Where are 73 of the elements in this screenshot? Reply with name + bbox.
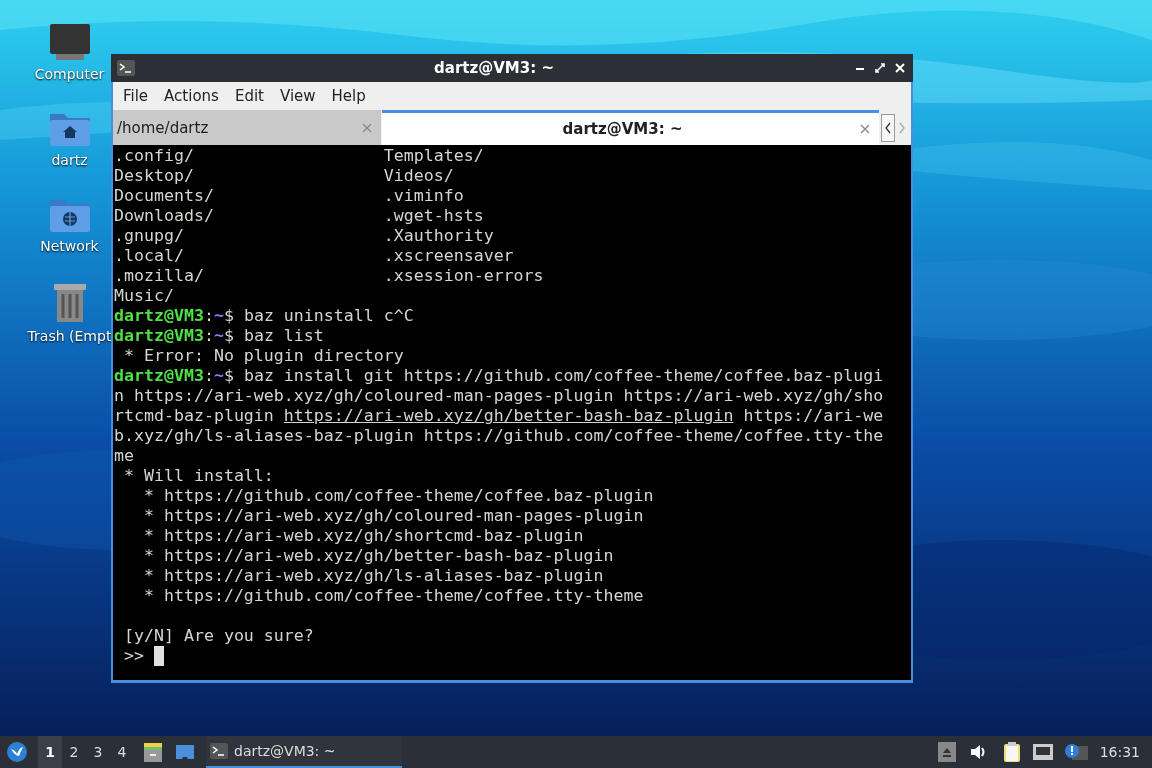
terminal-text: .gnupg/ bbox=[114, 226, 185, 246]
terminal-text: Downloads/ bbox=[114, 206, 215, 226]
terminal-text: b.xyz/gh/ls-aliases-baz-plugin https://github.com/coffee-theme/coffee.tty-the bbox=[114, 426, 884, 446]
terminal-text: * https://github.com/coffee-theme/coffee.baz-plugin bbox=[142, 486, 654, 506]
network-wired-icon[interactable] bbox=[1031, 742, 1054, 762]
maximize-icon[interactable] bbox=[873, 61, 887, 75]
prompt-user: dartz@VM3 bbox=[114, 306, 204, 326]
terminal-text: $ baz uninstall c^C bbox=[223, 306, 414, 326]
terminal-text: .xsession-errors bbox=[383, 266, 544, 286]
menu-item[interactable]: Edit bbox=[226, 87, 272, 105]
terminal-text: rtcmd-baz-plugin bbox=[114, 406, 275, 426]
link[interactable]: https://ari-web.xyz/gh/better-bash-baz-plugin bbox=[283, 406, 734, 426]
prompt-user: dartz@VM3 bbox=[114, 326, 204, 346]
terminal-text: .viminfo bbox=[383, 186, 464, 206]
eject-icon[interactable] bbox=[937, 742, 956, 762]
terminal-text: * Will install: bbox=[123, 466, 274, 486]
terminal-text: * https://ari-web.xyz/gh/coloured-man-pages-plugin bbox=[142, 506, 644, 526]
terminal-text: Music/ bbox=[114, 286, 175, 306]
desktop-icon-label[interactable]: Trash (Empt bbox=[27, 328, 112, 344]
notification-icon[interactable] bbox=[1063, 742, 1088, 762]
clock[interactable]: 16:31 bbox=[1091, 744, 1146, 760]
terminal-text: .Xauthority bbox=[383, 226, 494, 246]
prompt-path: ~ bbox=[213, 366, 224, 386]
prompt-user: dartz@VM3 bbox=[114, 366, 204, 386]
terminal-text: [y/N] Are you sure? bbox=[123, 626, 314, 646]
terminal-icon bbox=[117, 60, 135, 76]
terminal-text: * Error: No plugin directory bbox=[123, 346, 404, 366]
text-cursor bbox=[153, 646, 164, 666]
terminal-text: : bbox=[203, 306, 214, 326]
terminal-text: : bbox=[203, 326, 214, 346]
menu-item[interactable]: Help bbox=[323, 87, 374, 105]
workspace-button[interactable]: 4 bbox=[110, 736, 134, 768]
workspace-button[interactable]: 2 bbox=[62, 736, 86, 768]
terminal-text: * https://ari-web.xyz/gh/shortcmd-baz-plugin bbox=[142, 526, 584, 546]
terminal-text: .mozilla/ bbox=[114, 266, 205, 286]
terminal-text: $ baz list bbox=[223, 326, 324, 346]
close-icon[interactable] bbox=[893, 61, 907, 75]
close-tab-icon[interactable] bbox=[859, 123, 871, 135]
terminal-text: https://ari-we bbox=[742, 406, 884, 426]
monitor-icon bbox=[47, 22, 92, 62]
terminal-text: : bbox=[203, 366, 214, 386]
terminal-icon bbox=[210, 743, 228, 759]
prompt-path: ~ bbox=[213, 306, 224, 326]
terminal-text: Documents/ bbox=[114, 186, 215, 206]
terminal-text: Desktop/ bbox=[114, 166, 195, 186]
terminal-text: .wget-hsts bbox=[383, 206, 484, 226]
terminal-text: * https://github.com/coffee-theme/coffee.tty-theme bbox=[142, 586, 644, 606]
taskbar-button[interactable]: dartz@VM3: ~ bbox=[206, 736, 402, 768]
terminal-text: .xscreensaver bbox=[383, 246, 514, 266]
terminal-text: Templates/ bbox=[383, 146, 484, 166]
terminal-text: * https://ari-web.xyz/gh/ls-aliases-baz-plugin bbox=[142, 566, 604, 586]
terminal-text: me bbox=[114, 446, 134, 466]
desktop-icon-label[interactable]: Network bbox=[40, 238, 99, 254]
file-cabinet-icon[interactable] bbox=[142, 741, 164, 763]
workspace-button[interactable]: 3 bbox=[86, 736, 110, 768]
terminal-text: >> bbox=[123, 646, 145, 666]
terminal-text: .config/ bbox=[114, 146, 195, 166]
chevron-left-icon[interactable] bbox=[881, 113, 895, 142]
clipboard-icon[interactable] bbox=[1001, 741, 1022, 763]
window-title: dartz@VM3: ~ bbox=[433, 59, 555, 77]
prompt-path: ~ bbox=[213, 326, 224, 346]
tab[interactable]: dartz@VM3: ~ bbox=[382, 110, 879, 145]
terminal-text: .local/ bbox=[114, 246, 185, 266]
terminal-area[interactable] bbox=[113, 145, 911, 680]
menu-item[interactable]: View bbox=[271, 87, 324, 105]
tab[interactable]: /home/dartz bbox=[113, 110, 381, 145]
menu-item[interactable]: Actions bbox=[156, 87, 227, 105]
terminal-text: n https://ari-web.xyz/gh/coloured-man-pages-plugin https://ari-web.xyz/gh/sho bbox=[114, 386, 884, 406]
terminal-text: $ baz install git https://github.com/coffee-theme/coffee.baz-plugi bbox=[223, 366, 884, 386]
menu-item[interactable]: File bbox=[115, 87, 157, 105]
terminal-text: * https://ari-web.xyz/gh/better-bash-baz-plugin bbox=[142, 546, 614, 566]
terminal-text: Videos/ bbox=[383, 166, 454, 186]
workspace-button[interactable]: 1 bbox=[38, 736, 62, 768]
